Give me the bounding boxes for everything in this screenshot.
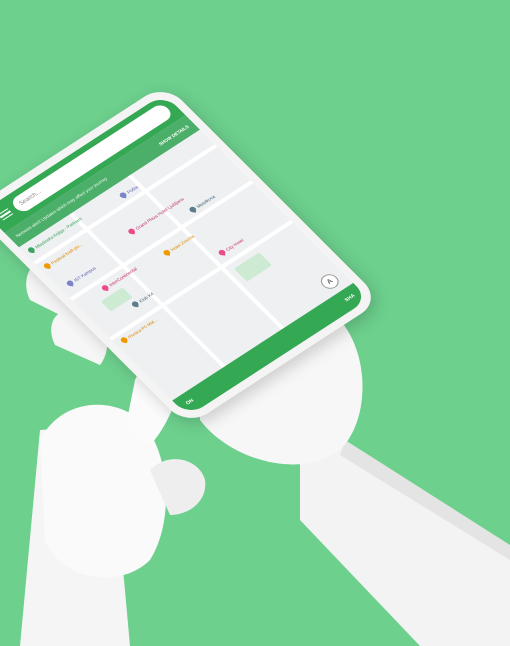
menu-icon[interactable] xyxy=(0,208,14,221)
location-pin-icon xyxy=(119,192,127,199)
location-pin-icon xyxy=(189,206,197,213)
poi-label: City Hotel xyxy=(224,237,245,252)
bottom-label-secondary[interactable]: SHA xyxy=(344,293,357,303)
scene: Search... Nemesis alert! Updates which m… xyxy=(0,0,510,646)
location-pin-icon xyxy=(43,262,51,269)
location-pin-icon xyxy=(101,284,109,291)
location-pin-icon xyxy=(66,280,74,287)
map-poi[interactable]: Klub K4 xyxy=(131,291,155,308)
location-pin-icon xyxy=(163,249,171,256)
poi-label: Pošta xyxy=(125,184,139,195)
compass-icon[interactable]: A xyxy=(317,271,343,292)
location-pin-icon xyxy=(27,246,35,254)
poi-label: Hotel Zvezda xyxy=(169,233,195,252)
location-pin-icon xyxy=(218,249,226,256)
location-pin-icon xyxy=(128,228,136,235)
poi-label: IST Kampus xyxy=(72,265,97,283)
poi-label: Festival kraft piv... xyxy=(49,241,84,265)
location-pin-icon xyxy=(131,301,139,308)
bottom-label[interactable]: ON xyxy=(185,398,196,406)
location-pin-icon xyxy=(120,336,128,344)
